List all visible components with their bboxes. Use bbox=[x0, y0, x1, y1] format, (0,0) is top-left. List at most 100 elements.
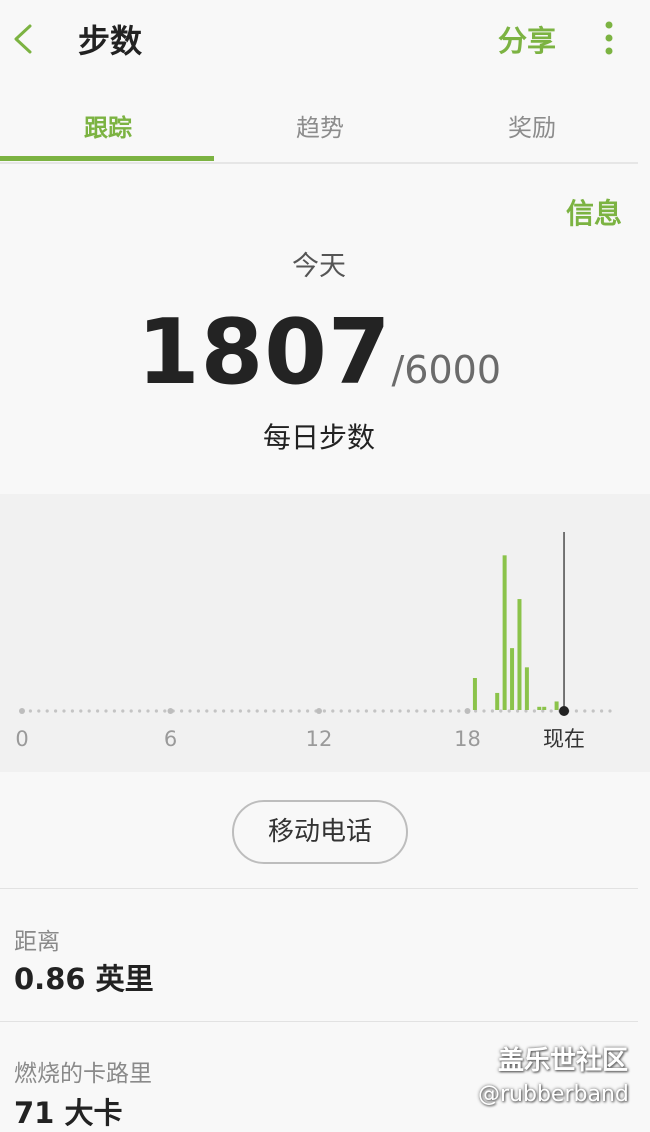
axis-dot bbox=[230, 709, 234, 713]
tab-rewards[interactable]: 奖励 bbox=[426, 108, 638, 143]
axis-dot bbox=[532, 709, 537, 713]
axis-dot bbox=[163, 709, 167, 713]
calories-label: 燃烧的卡路里 bbox=[14, 1061, 152, 1087]
axis-dot bbox=[87, 709, 91, 713]
axis-dot bbox=[121, 709, 125, 713]
x-tick-marker bbox=[19, 708, 25, 714]
axis-dot bbox=[188, 709, 192, 713]
axis-dot bbox=[70, 709, 74, 713]
step-bar bbox=[537, 706, 542, 710]
axis-dot bbox=[499, 709, 503, 713]
axis-dot bbox=[146, 709, 150, 713]
axis-dot bbox=[264, 709, 268, 713]
vertical-dots-icon[interactable] bbox=[596, 18, 622, 58]
axis-dot bbox=[79, 709, 83, 713]
axis-dot bbox=[322, 709, 326, 713]
axis-dot bbox=[339, 709, 343, 713]
share-button[interactable]: 分享 bbox=[498, 18, 556, 60]
tab-trends[interactable]: 趋势 bbox=[214, 108, 426, 143]
axis-dot bbox=[364, 709, 368, 713]
axis-dot bbox=[457, 709, 461, 713]
tab-tracking[interactable]: 跟踪 bbox=[2, 108, 214, 143]
chart-svg: 0 6 12 18 现在 bbox=[15, 532, 612, 751]
axis-dot bbox=[62, 709, 66, 713]
axis-dot bbox=[306, 709, 310, 713]
axis-dot bbox=[213, 709, 217, 713]
axis-dot bbox=[331, 709, 335, 713]
axis-dot bbox=[490, 709, 494, 713]
axis-dot bbox=[390, 709, 394, 713]
step-bar bbox=[502, 555, 507, 710]
axis-dot bbox=[381, 709, 385, 713]
axis-dot bbox=[37, 709, 41, 713]
axis-dot bbox=[423, 709, 427, 713]
axis-dot bbox=[583, 709, 587, 713]
axis-dot bbox=[600, 709, 604, 713]
axis-dot bbox=[549, 709, 553, 713]
step-bar bbox=[495, 692, 500, 710]
x-tick-label: 0 bbox=[15, 727, 28, 751]
axis-dot bbox=[96, 709, 100, 713]
axis-dot bbox=[255, 709, 259, 713]
distance-value: 0.86 英里 bbox=[14, 962, 154, 996]
axis-dot bbox=[180, 709, 184, 713]
calories-value: 71 大卡 bbox=[14, 1096, 123, 1130]
step-count-row: 1807/6000 bbox=[0, 300, 638, 405]
step-bar bbox=[510, 648, 515, 710]
axis-dot bbox=[482, 709, 486, 713]
step-bar bbox=[517, 599, 522, 710]
axis-dot bbox=[373, 709, 377, 713]
axis-dot bbox=[415, 709, 419, 713]
page-title: 步数 bbox=[78, 22, 143, 60]
axis-dot bbox=[440, 709, 444, 713]
step-bar bbox=[554, 701, 559, 710]
step-count: 1807 bbox=[136, 300, 392, 405]
daily-steps-caption: 每日步数 bbox=[262, 421, 375, 454]
chevron-left-icon[interactable] bbox=[8, 20, 38, 58]
axis-dot bbox=[280, 709, 284, 713]
app-header: 步数 分享 bbox=[0, 0, 650, 80]
axis-dot bbox=[591, 709, 595, 713]
axis-dot bbox=[222, 709, 226, 713]
axis-dot bbox=[289, 709, 293, 713]
hourly-steps-chart: 0 6 12 18 现在 bbox=[0, 494, 650, 772]
axis-dot bbox=[238, 709, 242, 713]
x-tick-marker bbox=[464, 708, 471, 714]
axis-dot bbox=[28, 709, 32, 713]
axis-dot bbox=[574, 709, 579, 713]
now-label: 现在 bbox=[543, 727, 585, 751]
axis-dot bbox=[297, 709, 301, 713]
axis-dot bbox=[112, 709, 116, 713]
x-tick-label: 6 bbox=[164, 727, 177, 751]
axis-dot bbox=[45, 709, 49, 713]
x-tick-marker bbox=[167, 708, 174, 714]
distance-label: 距离 bbox=[14, 929, 60, 955]
info-button[interactable]: 信息 bbox=[566, 192, 622, 232]
axis-dot bbox=[154, 709, 158, 713]
step-bar bbox=[472, 678, 477, 710]
axis-dot bbox=[247, 709, 251, 713]
divider bbox=[0, 1021, 638, 1022]
axis-dot bbox=[54, 709, 58, 713]
axis-dot bbox=[406, 709, 410, 713]
axis-dot bbox=[348, 709, 352, 713]
x-tick-marker bbox=[316, 708, 322, 714]
axis-dot bbox=[129, 709, 133, 713]
x-tick-label: 12 bbox=[306, 727, 333, 751]
axis-dot bbox=[398, 709, 402, 713]
axis-dot bbox=[356, 709, 360, 713]
watermark-handle: @rubberband bbox=[478, 1082, 629, 1107]
active-tab-indicator bbox=[0, 156, 214, 161]
watermark-title: 盖乐世社区 bbox=[498, 1046, 629, 1076]
axis-dot bbox=[448, 709, 452, 713]
tab-bar: 跟踪 趋势 奖励 bbox=[0, 90, 638, 164]
axis-dot bbox=[196, 709, 200, 713]
device-source-button[interactable]: 移动电话 bbox=[232, 800, 408, 864]
axis-dot bbox=[138, 709, 142, 713]
axis-dot bbox=[432, 709, 436, 713]
divider bbox=[0, 888, 638, 889]
step-bar bbox=[524, 667, 529, 710]
axis-dot bbox=[205, 709, 209, 713]
axis-dot bbox=[272, 709, 276, 713]
axis-dot bbox=[608, 709, 612, 713]
